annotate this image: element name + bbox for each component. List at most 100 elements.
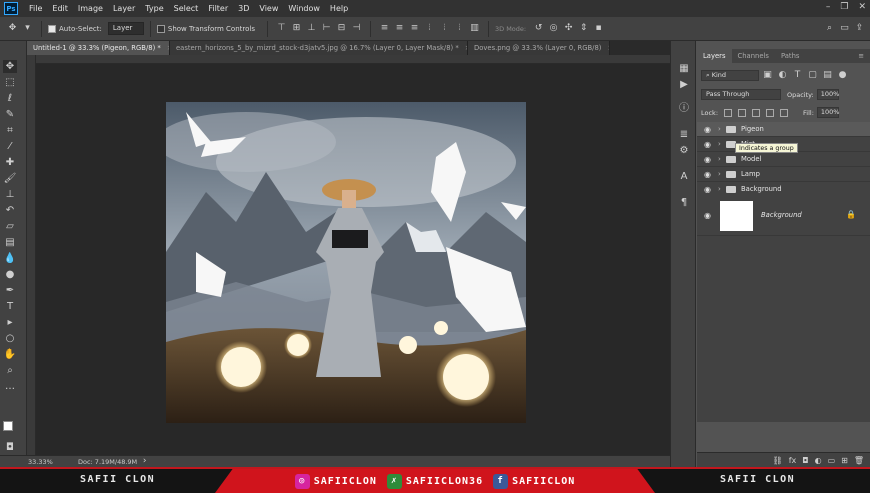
move-tool-icon[interactable]: ✥ <box>8 24 17 33</box>
close-icon[interactable]: × <box>607 44 609 52</box>
hand-tool-icon[interactable]: ✋ <box>3 348 17 361</box>
filter-pixel-icon[interactable]: ▣ <box>763 71 772 80</box>
3d-slide-icon[interactable]: ⇕ <box>579 24 588 33</box>
eye-icon[interactable]: ◉ <box>703 170 712 179</box>
path-select-tool-icon[interactable]: ▸ <box>3 316 17 329</box>
distribute-top-icon[interactable]: ≡ <box>380 24 389 33</box>
menu-layer[interactable]: Layer <box>108 4 140 13</box>
trash-icon[interactable]: 🗑 <box>854 456 864 465</box>
quick-select-tool-icon[interactable]: ✎ <box>3 108 17 121</box>
kind-filter-dropdown[interactable]: ⌕ Kind <box>701 70 759 81</box>
align-right-icon[interactable]: ⊣ <box>352 24 361 33</box>
document-canvas[interactable] <box>166 102 526 423</box>
adjustments-panel-icon[interactable]: ≣ <box>678 129 690 141</box>
vertical-ruler[interactable] <box>27 55 36 455</box>
tab-paths[interactable]: Paths <box>775 49 805 63</box>
stamp-tool-icon[interactable]: ⊥ <box>3 188 17 201</box>
add-mask-icon[interactable]: ◘ <box>802 456 808 465</box>
panel-menu-icon[interactable]: ≡ <box>852 49 870 63</box>
adjustment-layer-icon[interactable]: ◐ <box>815 456 822 465</box>
eraser-tool-icon[interactable]: ▱ <box>3 220 17 233</box>
history-panel-icon[interactable]: ▦ <box>678 63 690 75</box>
fill-input[interactable]: 100% <box>816 107 839 118</box>
new-group-icon[interactable]: ▭ <box>828 456 836 465</box>
character-panel-icon[interactable]: A <box>678 171 690 183</box>
opacity-input[interactable]: 100% <box>816 89 839 100</box>
lock-transparent-icon[interactable] <box>724 108 733 117</box>
fx-icon[interactable]: fx <box>789 456 797 465</box>
type-tool-icon[interactable]: T <box>3 300 17 313</box>
quick-mask-icon[interactable]: ◘ <box>3 441 17 454</box>
align-left-icon[interactable]: ⊢ <box>322 24 331 33</box>
search-icon[interactable]: ⌕ <box>825 24 834 33</box>
chevron-right-icon[interactable]: › <box>718 125 723 133</box>
3d-pan-icon[interactable]: ✣ <box>564 24 573 33</box>
share-icon[interactable]: ⇪ <box>855 24 864 33</box>
blur-tool-icon[interactable]: 💧 <box>3 252 17 265</box>
menu-3d[interactable]: 3D <box>233 4 254 13</box>
dodge-tool-icon[interactable]: ● <box>3 268 17 281</box>
distribute-vcenter-icon[interactable]: ≡ <box>395 24 404 33</box>
close-icon[interactable]: ✕ <box>858 2 866 12</box>
blend-mode-dropdown[interactable]: Pass Through <box>701 89 781 100</box>
info-panel-icon[interactable]: ⓘ <box>678 103 690 115</box>
menu-edit[interactable]: Edit <box>47 4 73 13</box>
distribute-hcenter-icon[interactable]: ⦙ <box>440 24 449 33</box>
healing-tool-icon[interactable]: ✚ <box>3 156 17 169</box>
actions-panel-icon[interactable]: ▶ <box>678 79 690 91</box>
lock-pixels-icon[interactable] <box>738 108 747 117</box>
eye-icon[interactable]: ◉ <box>703 155 712 164</box>
menu-window[interactable]: Window <box>283 4 325 13</box>
lock-position-icon[interactable] <box>752 108 761 117</box>
restore-icon[interactable]: ❐ <box>840 2 848 12</box>
chevron-right-icon[interactable]: › <box>718 155 723 163</box>
menu-select[interactable]: Select <box>169 4 204 13</box>
workspace-icon[interactable]: ▭ <box>840 24 849 33</box>
link-layers-icon[interactable]: ⛓ <box>773 456 783 465</box>
auto-align-icon[interactable]: ▥ <box>470 24 479 33</box>
3d-orbit-icon[interactable]: ↺ <box>534 24 543 33</box>
menu-filter[interactable]: Filter <box>203 4 233 13</box>
menu-help[interactable]: Help <box>325 4 353 13</box>
filter-type-icon[interactable]: T <box>793 71 802 80</box>
auto-select-checkbox[interactable] <box>48 24 56 33</box>
foreground-color-swatch[interactable] <box>3 421 13 431</box>
properties-panel-icon[interactable]: ⚙ <box>678 145 690 157</box>
lock-all-icon[interactable] <box>780 108 789 117</box>
zoom-level[interactable]: 33.33% <box>28 458 78 466</box>
chevron-right-icon[interactable]: › <box>718 140 723 148</box>
filter-adjustment-icon[interactable]: ◐ <box>778 71 787 80</box>
lock-artboard-icon[interactable] <box>766 108 775 117</box>
move-tool-icon[interactable]: ✥ <box>3 60 17 73</box>
transform-controls-checkbox[interactable] <box>156 24 165 33</box>
marquee-tool-icon[interactable]: ⬚ <box>3 76 17 89</box>
tool-preset-chevron-icon[interactable]: ▾ <box>23 24 32 33</box>
more-tools-icon[interactable]: … <box>3 380 17 393</box>
layer-pigeon[interactable]: ◉ › Pigeon <box>697 122 870 137</box>
eye-icon[interactable]: ◉ <box>703 185 712 194</box>
eye-icon[interactable]: ◉ <box>703 125 712 134</box>
align-hcenter-icon[interactable]: ⊟ <box>337 24 346 33</box>
menu-view[interactable]: View <box>254 4 283 13</box>
chevron-right-icon[interactable]: › <box>718 185 723 193</box>
tab-layers[interactable]: Layers <box>697 49 732 63</box>
paragraph-panel-icon[interactable]: ¶ <box>678 197 690 209</box>
align-top-icon[interactable]: ⊤ <box>277 24 286 33</box>
tab-channels[interactable]: Channels <box>732 49 775 63</box>
distribute-right-icon[interactable]: ⦙ <box>455 24 464 33</box>
align-bottom-icon[interactable]: ⊥ <box>307 24 316 33</box>
filter-smart-object-icon[interactable]: ▤ <box>823 71 832 80</box>
lasso-tool-icon[interactable]: ℓ <box>3 92 17 105</box>
zoom-tool-icon[interactable]: ⌕ <box>3 364 17 377</box>
distribute-bottom-icon[interactable]: ≡ <box>410 24 419 33</box>
eye-icon[interactable]: ◉ <box>703 211 712 220</box>
history-brush-tool-icon[interactable]: ↶ <box>3 204 17 217</box>
auto-select-dropdown[interactable]: Layer <box>107 22 144 35</box>
minimize-icon[interactable]: – <box>826 2 831 12</box>
distribute-left-icon[interactable]: ⦙ <box>425 24 434 33</box>
menu-file[interactable]: File <box>24 4 47 13</box>
status-arrow-icon[interactable]: › <box>140 457 149 466</box>
horizontal-ruler[interactable] <box>27 55 670 64</box>
3d-roll-icon[interactable]: ◎ <box>549 24 558 33</box>
layer-model[interactable]: ◉ › Model <box>697 152 870 167</box>
